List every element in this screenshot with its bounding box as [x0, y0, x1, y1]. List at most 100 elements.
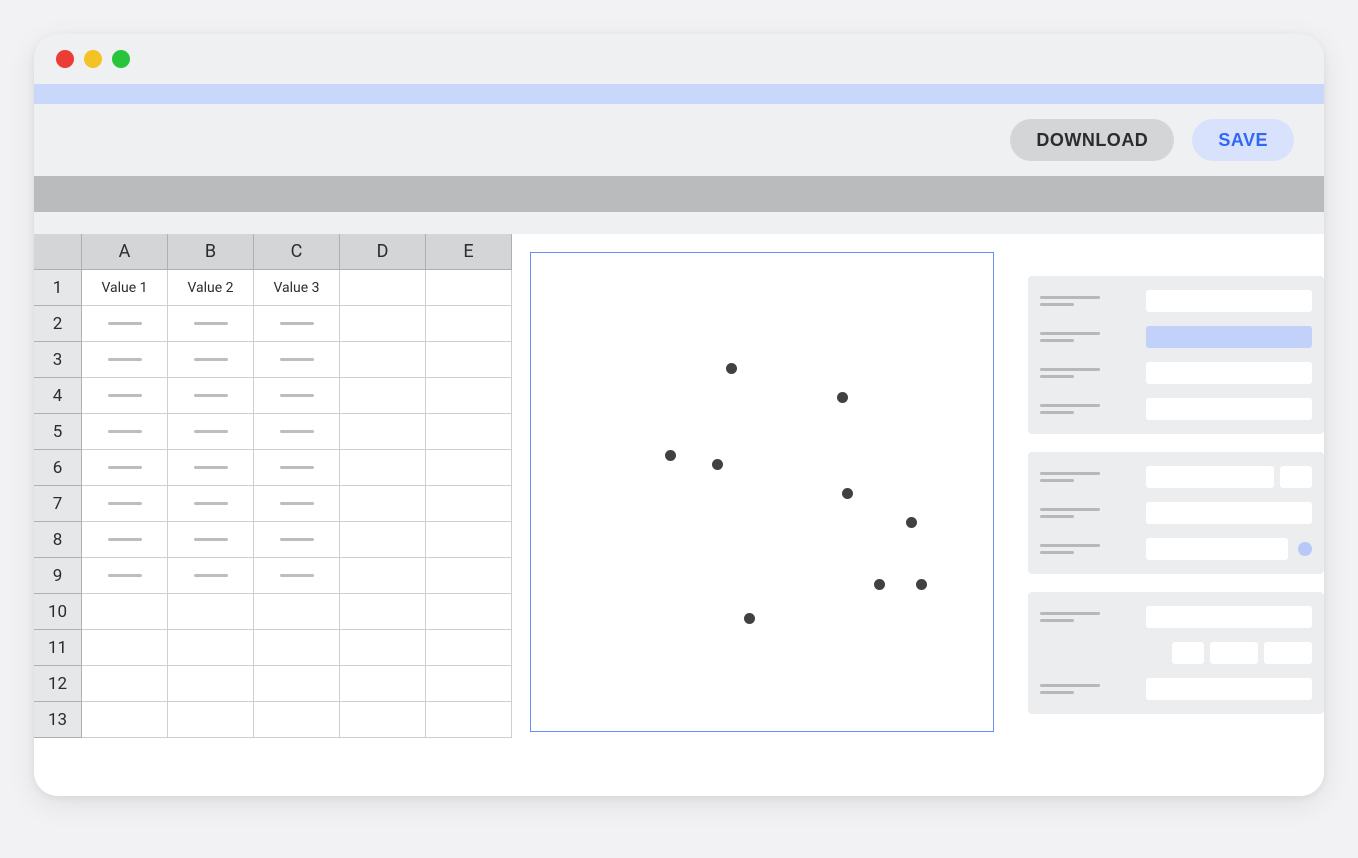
- cell[interactable]: [168, 594, 254, 630]
- property-input-selected[interactable]: [1146, 326, 1312, 348]
- cell[interactable]: [340, 486, 426, 522]
- cell[interactable]: [168, 702, 254, 738]
- row-header[interactable]: 2: [34, 306, 82, 342]
- cell[interactable]: [254, 630, 340, 666]
- cell[interactable]: [254, 558, 340, 594]
- property-input[interactable]: [1210, 642, 1258, 664]
- cell[interactable]: Value 2: [168, 270, 254, 306]
- cell[interactable]: [340, 450, 426, 486]
- window-minimize-button[interactable]: [84, 50, 102, 68]
- row-header[interactable]: 3: [34, 342, 82, 378]
- cell[interactable]: [168, 666, 254, 702]
- cell[interactable]: [254, 486, 340, 522]
- cell[interactable]: [340, 558, 426, 594]
- cell[interactable]: [254, 666, 340, 702]
- row-header[interactable]: 4: [34, 378, 82, 414]
- cell[interactable]: [82, 450, 168, 486]
- cell[interactable]: [426, 414, 512, 450]
- cell[interactable]: [254, 594, 340, 630]
- cell[interactable]: [82, 522, 168, 558]
- cell[interactable]: Value 1: [82, 270, 168, 306]
- row-header[interactable]: 12: [34, 666, 82, 702]
- cell[interactable]: [82, 702, 168, 738]
- cell[interactable]: Value 3: [254, 270, 340, 306]
- property-input[interactable]: [1146, 678, 1312, 700]
- cell[interactable]: [82, 306, 168, 342]
- select-all-corner[interactable]: [34, 234, 82, 270]
- column-header[interactable]: A: [82, 234, 168, 270]
- cell[interactable]: [82, 486, 168, 522]
- save-button[interactable]: SAVE: [1192, 119, 1294, 161]
- cell[interactable]: [168, 450, 254, 486]
- column-header[interactable]: D: [340, 234, 426, 270]
- cell[interactable]: [254, 306, 340, 342]
- cell[interactable]: [82, 630, 168, 666]
- cell[interactable]: [168, 306, 254, 342]
- cell[interactable]: [426, 522, 512, 558]
- cell[interactable]: [340, 630, 426, 666]
- cell[interactable]: [254, 450, 340, 486]
- cell[interactable]: [254, 522, 340, 558]
- cell[interactable]: [82, 378, 168, 414]
- property-input[interactable]: [1146, 502, 1312, 524]
- window-maximize-button[interactable]: [112, 50, 130, 68]
- cell[interactable]: [168, 522, 254, 558]
- cell[interactable]: [426, 450, 512, 486]
- column-header[interactable]: C: [254, 234, 340, 270]
- cell[interactable]: [426, 702, 512, 738]
- row-header[interactable]: 9: [34, 558, 82, 594]
- cell[interactable]: [82, 666, 168, 702]
- property-input[interactable]: [1264, 642, 1312, 664]
- cell[interactable]: [168, 378, 254, 414]
- property-input[interactable]: [1146, 398, 1312, 420]
- cell[interactable]: [426, 558, 512, 594]
- cell[interactable]: [340, 702, 426, 738]
- cell[interactable]: [340, 342, 426, 378]
- cell[interactable]: [254, 702, 340, 738]
- cell[interactable]: [340, 522, 426, 558]
- cell[interactable]: [254, 378, 340, 414]
- cell[interactable]: [426, 594, 512, 630]
- cell[interactable]: [340, 414, 426, 450]
- property-input[interactable]: [1146, 466, 1274, 488]
- cell[interactable]: [426, 486, 512, 522]
- cell[interactable]: [168, 630, 254, 666]
- column-header[interactable]: B: [168, 234, 254, 270]
- property-slider-track[interactable]: [1146, 538, 1288, 560]
- cell[interactable]: [340, 306, 426, 342]
- cell[interactable]: [254, 414, 340, 450]
- row-header[interactable]: 10: [34, 594, 82, 630]
- cell[interactable]: [82, 414, 168, 450]
- color-swatch[interactable]: [1172, 642, 1204, 664]
- property-input[interactable]: [1146, 290, 1312, 312]
- cell[interactable]: [168, 558, 254, 594]
- cell[interactable]: [254, 342, 340, 378]
- row-header[interactable]: 8: [34, 522, 82, 558]
- cell[interactable]: [426, 666, 512, 702]
- cell[interactable]: [426, 630, 512, 666]
- row-header[interactable]: 7: [34, 486, 82, 522]
- cell[interactable]: [82, 342, 168, 378]
- window-close-button[interactable]: [56, 50, 74, 68]
- row-header[interactable]: 13: [34, 702, 82, 738]
- column-header[interactable]: E: [426, 234, 512, 270]
- cell[interactable]: [82, 594, 168, 630]
- row-header[interactable]: 5: [34, 414, 82, 450]
- property-stepper[interactable]: [1280, 466, 1312, 488]
- cell[interactable]: [82, 558, 168, 594]
- cell[interactable]: [426, 306, 512, 342]
- cell[interactable]: [340, 666, 426, 702]
- cell[interactable]: [426, 270, 512, 306]
- row-header[interactable]: 6: [34, 450, 82, 486]
- cell[interactable]: [340, 270, 426, 306]
- property-input[interactable]: [1146, 362, 1312, 384]
- property-input[interactable]: [1146, 606, 1312, 628]
- download-button[interactable]: DOWNLOAD: [1010, 119, 1174, 161]
- row-header[interactable]: 1: [34, 270, 82, 306]
- scatter-chart[interactable]: [530, 252, 994, 732]
- cell[interactable]: [426, 378, 512, 414]
- cell[interactable]: [340, 594, 426, 630]
- row-header[interactable]: 11: [34, 630, 82, 666]
- cell[interactable]: [168, 342, 254, 378]
- slider-knob[interactable]: [1298, 542, 1312, 556]
